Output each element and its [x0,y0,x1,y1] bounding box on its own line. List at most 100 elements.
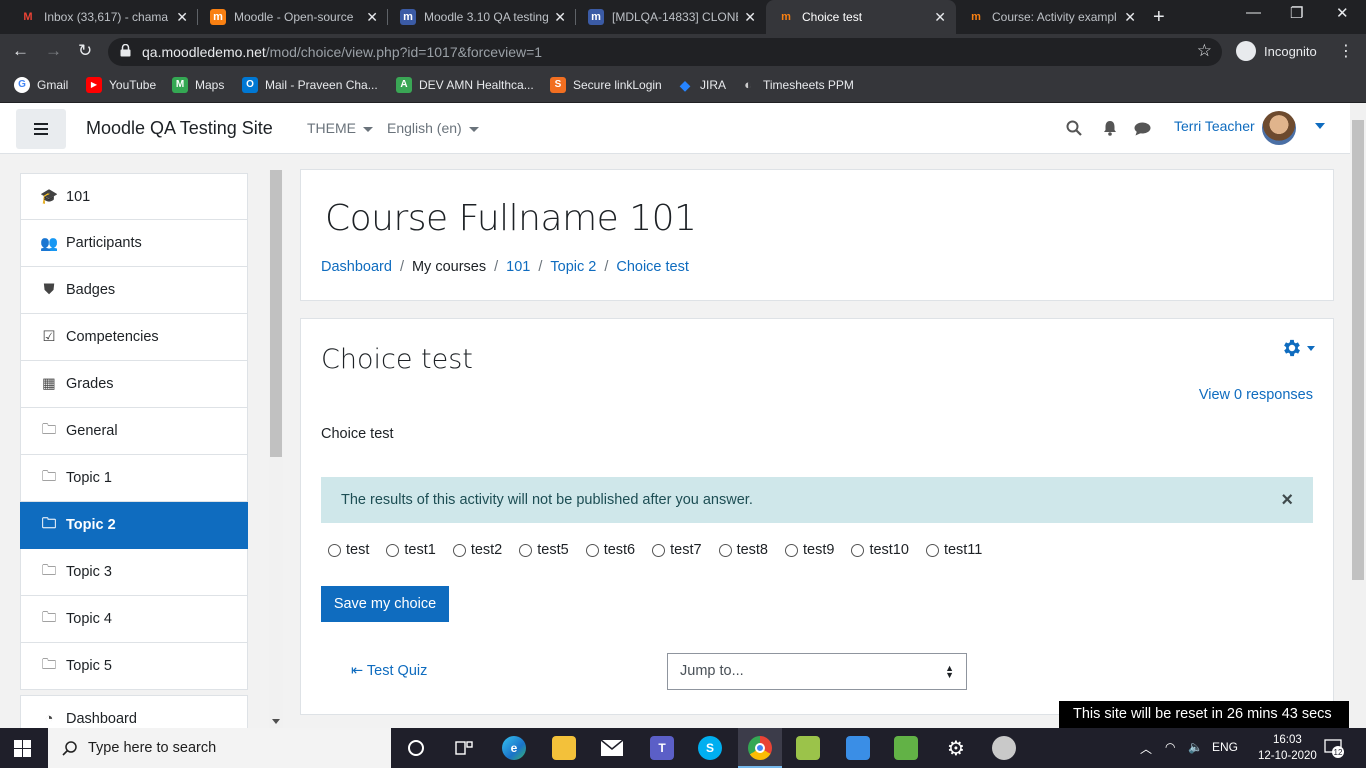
forward-icon[interactable]: → [45,41,62,61]
drawer-item-101[interactable]: 🎓 101 [20,173,248,220]
messages-icon[interactable] [1134,122,1151,136]
bookmark-jira[interactable]: ◆ JIRA [677,77,726,93]
view-responses-link[interactable]: View 0 responses [1199,387,1313,403]
radio-button[interactable] [925,543,939,557]
bookmark-secure-link[interactable]: S Secure linkLogin [550,77,662,93]
window-close-icon[interactable]: ✕ [1336,4,1349,22]
file-explorer-icon[interactable] [552,736,576,760]
close-icon[interactable]: × [1281,489,1293,512]
breadcrumb-item[interactable]: Choice test [616,259,689,275]
choice-option[interactable]: test9 [785,542,834,558]
radio-button[interactable] [328,543,341,557]
notepad-icon[interactable] [796,736,820,760]
choice-option[interactable]: test5 [519,542,569,558]
close-icon[interactable]: ✕ [554,9,566,26]
drawer-item-topic-3[interactable]: 🗀 Topic 3 [20,549,248,596]
prev-activity-link[interactable]: ⇤ Test Quiz [351,663,427,679]
tab-choice-test[interactable]: m Choice test ✕ [766,0,956,34]
breadcrumb-item[interactable]: 101 [506,259,530,275]
drawer-item-competencies[interactable]: ☑ Competencies [20,314,248,361]
theme-dropdown[interactable]: THEME [307,120,373,136]
radio-button[interactable] [585,543,599,557]
cortana-icon[interactable] [404,736,428,760]
site-name[interactable]: Moodle QA Testing Site [86,118,273,139]
bookmark-youtube[interactable]: ▶ YouTube [86,77,156,93]
settings-icon[interactable]: ⚙ [944,736,968,760]
snipping-tool-icon[interactable] [894,736,918,760]
choice-option[interactable]: test [328,542,369,558]
tab-mdlqa[interactable]: m [MDLQA-14833] CLONE ✕ [576,0,766,34]
browser-menu-icon[interactable]: ⋮ [1338,41,1354,61]
drawer-item-badges[interactable]: ⛊ Badges [20,267,248,314]
app-icon[interactable] [846,736,870,760]
breadcrumb-item[interactable]: Topic 2 [550,259,596,275]
tab-gmail[interactable]: M Inbox (33,617) - chama ✕ [8,0,198,34]
radio-button[interactable] [785,543,798,557]
taskbar-search-input[interactable]: Type here to search [48,728,391,768]
drawer-item-topic-2[interactable]: 🗀 Topic 2 [20,502,248,549]
radio-button[interactable] [386,543,400,557]
bookmark-gmail[interactable]: G Gmail [14,77,68,93]
incognito-badge[interactable]: Incognito [1236,41,1317,61]
network-icon[interactable]: ◠ [1165,740,1175,754]
teams-icon[interactable]: T [650,736,674,760]
bookmark-mail[interactable]: O Mail - Praveen Cha... [242,77,378,93]
radio-button[interactable] [851,543,865,557]
choice-option[interactable]: test2 [452,542,502,558]
drawer-item-grades[interactable]: ▦ Grades [20,361,248,408]
task-view-icon[interactable] [452,736,476,760]
breadcrumb-item[interactable]: Dashboard [321,259,392,275]
activity-settings-menu[interactable] [1281,337,1315,359]
drawer-item-general[interactable]: 🗀 General [20,408,248,455]
drawer-item-topic-1[interactable]: 🗀 Topic 1 [20,455,248,502]
back-icon[interactable]: ← [12,41,29,61]
tab-course-activity[interactable]: m Course: Activity exampl ✕ [956,0,1146,34]
radio-button[interactable] [652,543,666,557]
close-icon[interactable]: ✕ [176,9,188,26]
windows-start-icon[interactable] [14,740,31,757]
bookmark-star-icon[interactable]: ☆ [1197,41,1212,61]
user-name[interactable]: Terri Teacher [1174,118,1255,134]
drawer-scrollbar[interactable] [269,170,283,728]
bell-icon[interactable] [1103,120,1117,136]
minimize-icon[interactable]: — [1246,4,1261,21]
drawer-item-participants[interactable]: 👥 Participants [20,220,248,267]
choice-option[interactable]: test6 [585,542,635,558]
tray-chevron-icon[interactable]: ︿ [1140,740,1152,757]
skype-icon[interactable]: S [698,736,722,760]
jump-to-select[interactable]: Jump to... ▲ ▼ [667,653,967,690]
close-icon[interactable]: ✕ [366,9,378,26]
mail-icon[interactable] [600,736,624,760]
paint-icon[interactable] [992,736,1016,760]
choice-option[interactable]: test1 [386,542,436,558]
bookmark-timesheets[interactable]: ◐ Timesheets PPM [740,77,854,93]
search-icon[interactable] [1066,120,1082,136]
url-input[interactable]: qa.moodledemo.net/mod/choice/view.php?id… [108,38,1222,66]
new-tab-icon[interactable]: + [1153,6,1165,29]
save-choice-button[interactable]: Save my choice [321,586,449,622]
tab-moodle-qa[interactable]: m Moodle 3.10 QA testing ✕ [388,0,576,34]
bookmark-dev-amn[interactable]: A DEV AMN Healthca... [396,77,534,93]
choice-option[interactable]: test7 [652,542,702,558]
restore-icon[interactable]: ❐ [1290,4,1303,22]
chevron-down-icon[interactable] [1315,123,1325,129]
choice-option[interactable]: test8 [718,542,768,558]
chrome-icon[interactable] [748,736,772,760]
close-icon[interactable]: ✕ [1124,9,1136,26]
notification-icon[interactable]: 12 [1324,738,1344,758]
avatar[interactable] [1262,111,1296,145]
volume-icon[interactable]: 🔈 [1188,740,1203,754]
close-icon[interactable]: ✕ [744,9,756,26]
page-scrollbar[interactable] [1350,103,1366,728]
choice-option[interactable]: test10 [851,542,909,558]
drawer-item-topic-5[interactable]: 🗀 Topic 5 [20,643,248,690]
radio-button[interactable] [519,543,533,557]
radio-button[interactable] [452,543,466,557]
tab-moodle-open-source[interactable]: m Moodle - Open-source ✕ [198,0,388,34]
close-icon[interactable]: ✕ [934,9,946,26]
radio-button[interactable] [718,543,732,557]
language-indicator[interactable]: ENG [1212,740,1238,754]
edge-icon[interactable]: e [502,736,526,760]
clock[interactable]: 16:03 12-10-2020 [1258,732,1317,764]
drawer-item-topic-4[interactable]: 🗀 Topic 4 [20,596,248,643]
